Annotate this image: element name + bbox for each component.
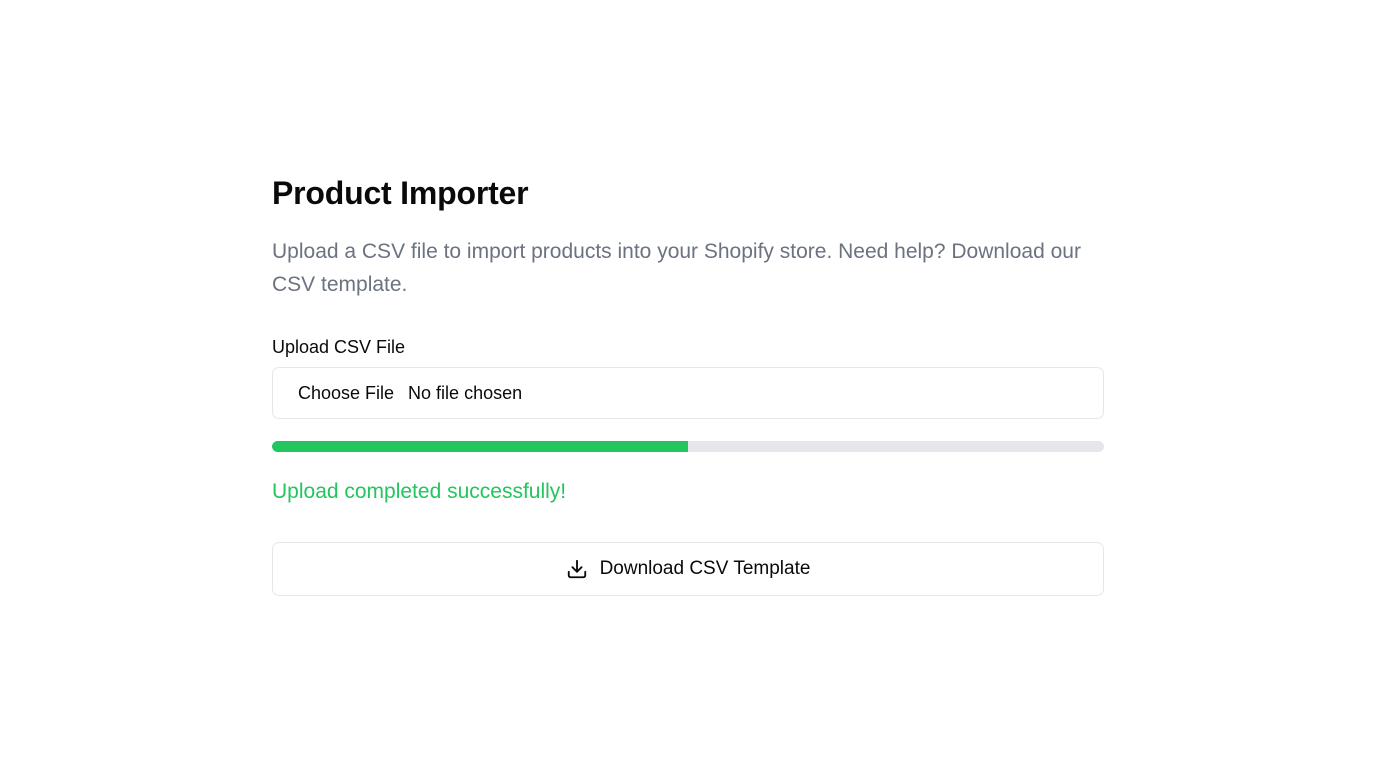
download-template-label: Download CSV Template [599, 558, 811, 579]
upload-status-message: Upload completed successfully! [272, 480, 567, 503]
csv-file-input[interactable]: Choose File No file chosen [272, 367, 1104, 419]
page-description: Upload a CSV file to import products int… [272, 240, 1081, 296]
download-template-button[interactable]: Download CSV Template [272, 542, 1104, 596]
upload-field-label: Upload CSV File [272, 337, 406, 357]
page-title: Product Importer [272, 175, 529, 211]
upload-progress-fill [272, 441, 688, 452]
upload-progress-bar [272, 441, 1104, 452]
product-importer-card: Product Importer Upload a CSV file to im… [272, 172, 1104, 596]
file-status-text: No file chosen [408, 382, 523, 403]
choose-file-button[interactable]: Choose File [298, 383, 394, 404]
download-icon [566, 558, 588, 580]
